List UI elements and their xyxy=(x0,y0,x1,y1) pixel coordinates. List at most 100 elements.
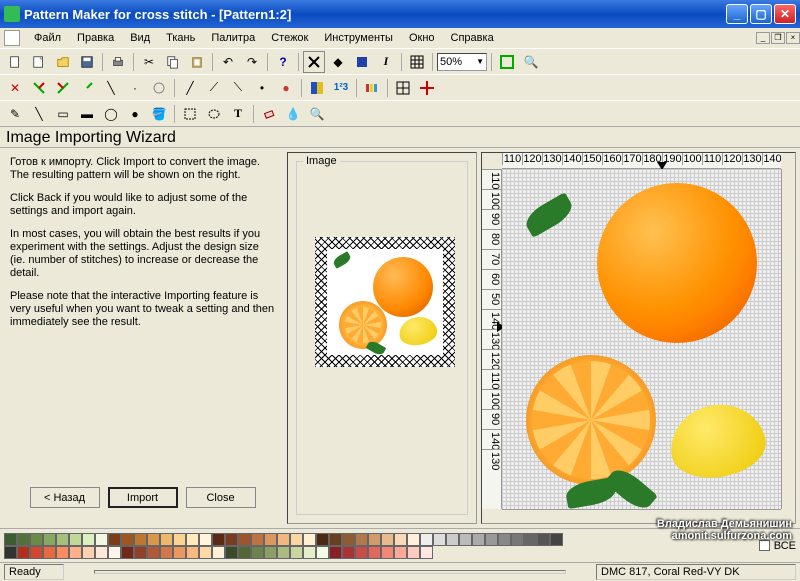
back-button[interactable]: < Назад xyxy=(30,487,100,508)
color-swatch[interactable] xyxy=(303,546,316,559)
open-button[interactable] xyxy=(52,51,74,73)
color-swatch[interactable] xyxy=(238,533,251,546)
color-swatch[interactable] xyxy=(121,533,134,546)
color-swatch[interactable] xyxy=(420,533,433,546)
zoom-combo[interactable]: 50%▼ xyxy=(437,53,487,71)
color-swatch[interactable] xyxy=(342,546,355,559)
filled-ellipse-icon[interactable]: ● xyxy=(124,103,146,125)
filled-rect-icon[interactable]: ▬ xyxy=(76,103,98,125)
eraser-icon[interactable] xyxy=(258,103,280,125)
center-grid-icon[interactable] xyxy=(392,77,414,99)
palette-all-checkbox[interactable] xyxy=(759,540,770,551)
color-swatch[interactable] xyxy=(433,533,446,546)
select-free-icon[interactable] xyxy=(203,103,225,125)
color-swatch[interactable] xyxy=(381,546,394,559)
color-swatch[interactable] xyxy=(43,546,56,559)
color-swatch[interactable] xyxy=(147,533,160,546)
color-swatch[interactable] xyxy=(225,533,238,546)
color-swatch[interactable] xyxy=(69,546,82,559)
zoom-icon[interactable]: 🔍 xyxy=(306,103,328,125)
fit-window-icon[interactable] xyxy=(496,51,518,73)
mdi-close-button[interactable]: × xyxy=(786,32,800,44)
color-swatch[interactable] xyxy=(472,533,485,546)
outline2-icon[interactable]: ⟋ xyxy=(203,77,225,99)
menu-view[interactable]: Вид xyxy=(122,30,158,46)
petit-stitch-icon[interactable]: · xyxy=(124,77,146,99)
color-swatch[interactable] xyxy=(56,546,69,559)
pattern-canvas[interactable] xyxy=(502,169,781,509)
palette-bar-icon[interactable] xyxy=(361,77,383,99)
color-swatch[interactable] xyxy=(316,533,329,546)
auto-stitch-icon[interactable] xyxy=(148,77,170,99)
color-swatch[interactable] xyxy=(69,533,82,546)
color-split-icon[interactable] xyxy=(306,77,328,99)
color-swatch[interactable] xyxy=(524,533,537,546)
color-swatch[interactable] xyxy=(537,533,550,546)
menu-palette[interactable]: Палитра xyxy=(203,30,263,46)
color-swatch[interactable] xyxy=(355,533,368,546)
bead-icon[interactable]: ● xyxy=(275,77,297,99)
copy-button[interactable] xyxy=(162,51,184,73)
zoom-tool-icon[interactable]: 🔍 xyxy=(520,51,542,73)
ruler-vertical[interactable]: 110100908070605014013012011010090140130 xyxy=(482,169,502,509)
color-swatch[interactable] xyxy=(212,533,225,546)
color-swatch[interactable] xyxy=(290,533,303,546)
color-swatch[interactable] xyxy=(108,546,121,559)
color-swatch[interactable] xyxy=(225,546,238,559)
color-swatch[interactable] xyxy=(420,546,433,559)
french-knot-icon[interactable]: • xyxy=(251,77,273,99)
fill-icon[interactable]: 🪣 xyxy=(148,103,170,125)
wizard-button[interactable] xyxy=(28,51,50,73)
cross-stitch-icon[interactable]: ✕ xyxy=(4,77,26,99)
close-wizard-button[interactable]: Close xyxy=(186,487,256,508)
menu-stitch[interactable]: Стежок xyxy=(263,30,316,46)
paste-button[interactable] xyxy=(186,51,208,73)
quarter-stitch-icon[interactable] xyxy=(76,77,98,99)
color-swatch[interactable] xyxy=(459,533,472,546)
color-swatch[interactable] xyxy=(134,533,147,546)
ellipse-icon[interactable]: ◯ xyxy=(100,103,122,125)
color-swatch[interactable] xyxy=(43,533,56,546)
half-stitch-tr-icon[interactable] xyxy=(52,77,74,99)
rect-icon[interactable]: ▭ xyxy=(52,103,74,125)
color-swatch[interactable] xyxy=(173,533,186,546)
close-button[interactable]: ✕ xyxy=(774,4,796,24)
color-swatch[interactable] xyxy=(277,546,290,559)
one-two-three-icon[interactable]: 1²3 xyxy=(330,77,352,99)
color-swatch[interactable] xyxy=(550,533,563,546)
color-swatch[interactable] xyxy=(134,546,147,559)
color-swatch[interactable] xyxy=(199,533,212,546)
color-swatch[interactable] xyxy=(238,546,251,559)
color-swatch[interactable] xyxy=(147,546,160,559)
line-icon[interactable]: ╲ xyxy=(28,103,50,125)
color-swatch[interactable] xyxy=(82,546,95,559)
color-swatch[interactable] xyxy=(160,546,173,559)
menu-file[interactable]: Файл xyxy=(26,30,69,46)
color-swatch[interactable] xyxy=(186,546,199,559)
minimize-button[interactable]: _ xyxy=(726,4,748,24)
color-swatch[interactable] xyxy=(30,533,43,546)
scrollbar-vertical[interactable] xyxy=(781,169,795,509)
color-swatch[interactable] xyxy=(121,546,134,559)
print-button[interactable] xyxy=(107,51,129,73)
import-button[interactable]: Import xyxy=(108,487,178,508)
color-swatch[interactable] xyxy=(4,546,17,559)
color-swatch[interactable] xyxy=(342,533,355,546)
color-swatch[interactable] xyxy=(329,533,342,546)
undo-button[interactable]: ↶ xyxy=(217,51,239,73)
color-swatch[interactable] xyxy=(485,533,498,546)
back-stitch-icon[interactable]: ╲ xyxy=(100,77,122,99)
text-icon[interactable]: T xyxy=(227,103,249,125)
save-button[interactable] xyxy=(76,51,98,73)
color-swatch[interactable] xyxy=(290,546,303,559)
color-swatch[interactable] xyxy=(446,533,459,546)
color-swatch[interactable] xyxy=(277,533,290,546)
color-swatch[interactable] xyxy=(498,533,511,546)
menu-tools[interactable]: Инструменты xyxy=(316,30,401,46)
color-swatch[interactable] xyxy=(17,546,30,559)
cut-button[interactable]: ✂ xyxy=(138,51,160,73)
full-stitch-icon[interactable] xyxy=(303,51,325,73)
color-swatch[interactable] xyxy=(160,533,173,546)
color-swatch[interactable] xyxy=(368,546,381,559)
color-view-icon[interactable] xyxy=(351,51,373,73)
